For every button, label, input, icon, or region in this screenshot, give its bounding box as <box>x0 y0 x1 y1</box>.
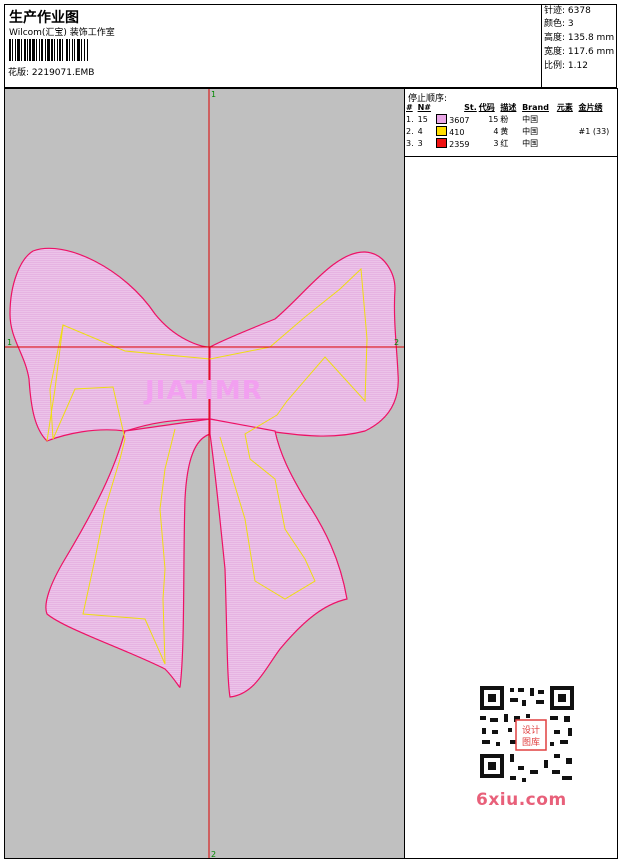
bow-embroidery-drawing: JIATIMR 1 2 1 2 <box>5 89 404 859</box>
qr-seal-text: 设计 <box>522 724 540 736</box>
color-swatch <box>436 113 448 124</box>
col-index: # <box>406 103 413 112</box>
col-st: St. <box>464 103 477 112</box>
table-divider <box>405 156 617 157</box>
col-desc: 描述 <box>500 103 517 112</box>
barcode <box>9 39 88 61</box>
svg-text:图库: 图库 <box>522 736 540 748</box>
bow-right-ribbon <box>209 418 348 698</box>
stat-scale: 比例: 1.12 <box>544 61 588 71</box>
header-panel: 生产作业图 Wilcom(汇宝) 装饰工作室 花版: 2219071.EMB <box>4 4 542 88</box>
embroidered-text: JIATIMR <box>143 376 263 406</box>
col-n: N# <box>417 103 432 112</box>
stat-stitches: 针迹: 6378 <box>544 6 591 16</box>
col-element: 元素 <box>556 103 573 112</box>
marker-left: 1 <box>7 338 12 347</box>
table-row: 3. 3 2359 3 红 中国 <box>406 137 539 149</box>
software-subtitle: Wilcom(汇宝) 装饰工作室 <box>9 28 115 38</box>
stat-height: 高度: 135.8 mm <box>544 33 615 43</box>
col-code: 代码 <box>478 103 495 112</box>
marker-top: 1 <box>211 90 216 99</box>
marker-right: 2 <box>394 338 399 347</box>
table-row: 1. 15 3607 15 粉 中国 <box>406 113 539 125</box>
stop-sequence-table: # N# St. 代码 描述 Brand 元素 金片绣 1. 15 3607 1… <box>405 102 617 149</box>
stat-colors: 颜色: 3 <box>544 19 574 29</box>
bow-left-ribbon <box>45 418 211 688</box>
col-brand: Brand <box>522 103 549 112</box>
table-row: 2. 4 410 4 黄 中国 #1 (33) <box>406 125 610 137</box>
stat-width: 宽度: 117.6 mm <box>544 47 615 57</box>
watermark-site: 6xiu.com <box>476 790 567 810</box>
design-canvas: JIATIMR 1 2 1 2 <box>4 88 405 859</box>
marker-bottom: 2 <box>211 850 216 859</box>
color-swatch <box>436 137 448 148</box>
table-header-row: # N# St. 代码 描述 Brand 元素 金片绣 <box>405 102 617 113</box>
page-title: 生产作业图 <box>9 10 79 26</box>
bow-right-loop <box>209 251 399 437</box>
color-swatch <box>436 125 448 136</box>
col-sequin: 金片绣 <box>578 103 603 112</box>
stats-panel: 针迹: 6378 颜色: 3 高度: 135.8 mm 宽度: 117.6 mm… <box>541 4 617 88</box>
design-file-label: 花版: 2219071.EMB <box>8 68 95 78</box>
qr-code-icon: 设计 图库 <box>480 686 574 782</box>
